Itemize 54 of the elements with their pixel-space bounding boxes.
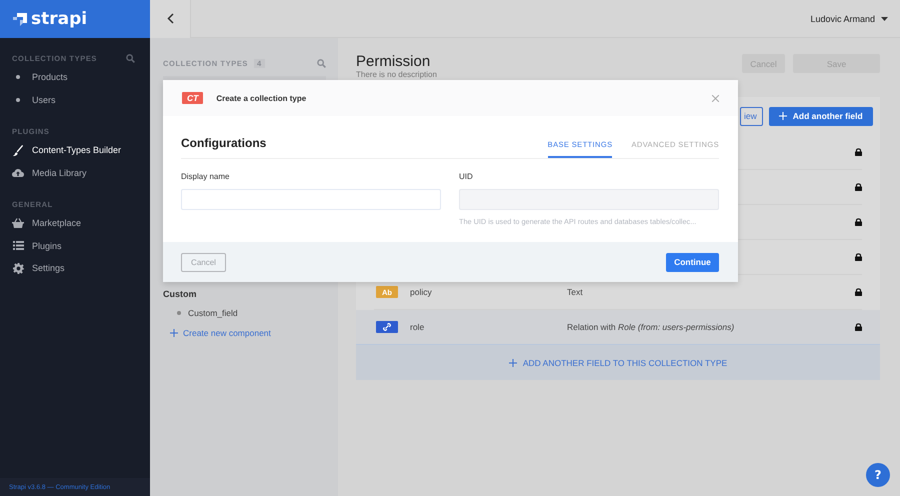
basket-icon <box>12 218 24 228</box>
nav-item[interactable]: Marketplace <box>0 212 150 234</box>
lock-icon <box>855 323 862 331</box>
link-icon <box>383 323 391 331</box>
create-component-link[interactable]: Create new component <box>170 328 326 338</box>
bullet-icon <box>16 98 20 102</box>
section-heading: Configurations <box>181 136 266 150</box>
view-button[interactable]: iew <box>740 106 763 126</box>
modal-title: Create a collection type <box>216 94 306 102</box>
user-menu[interactable]: Ludovic Armand <box>810 14 888 24</box>
nav-item[interactable]: Settings <box>0 257 150 280</box>
chevron-left-icon <box>166 13 174 24</box>
uid-field[interactable] <box>459 189 719 210</box>
page-title: Permission <box>356 54 432 70</box>
field-type: Relation with Role (from: users-permissions) <box>567 322 734 332</box>
caret-down-icon <box>881 16 888 20</box>
add-field-button[interactable]: Add another field <box>768 106 873 126</box>
nav-item[interactable]: Media Library <box>0 162 150 184</box>
add-field-bar[interactable]: ADD ANOTHER FIELD TO THIS COLLECTION TYPE <box>356 345 880 380</box>
settings-icon <box>12 262 24 274</box>
component-item[interactable]: Custom_field <box>188 308 238 318</box>
close-icon[interactable] <box>712 94 719 102</box>
field-type: Text <box>567 287 583 297</box>
input-field[interactable] <box>181 189 441 210</box>
field-name: role <box>410 322 426 332</box>
plus-icon <box>170 329 178 337</box>
field-label: UID <box>459 172 474 181</box>
brand-name: strapi <box>31 9 88 29</box>
continue-button[interactable]: Continue <box>666 252 719 272</box>
search-icon[interactable] <box>317 58 326 68</box>
lock-icon <box>855 218 862 226</box>
cloud-upload-icon <box>12 168 24 178</box>
plus-icon <box>508 358 517 366</box>
page-description: There is no description <box>356 70 437 79</box>
logo-icon <box>13 12 27 26</box>
bullet-icon <box>177 311 181 315</box>
field-name: policy <box>410 287 433 297</box>
brand-logo[interactable]: strapi <box>0 0 150 38</box>
lock-icon <box>855 183 862 191</box>
lock-icon <box>855 253 862 261</box>
list-icon <box>12 241 24 250</box>
lock-icon <box>855 148 862 156</box>
nav-item[interactable]: Users <box>0 88 150 111</box>
lock-icon <box>855 288 862 296</box>
nav-item[interactable]: Products <box>0 66 150 88</box>
plus-icon <box>778 112 787 120</box>
nav-item[interactable]: Plugins <box>0 234 150 257</box>
bullet-icon <box>16 75 20 80</box>
brush-icon <box>12 144 24 156</box>
field-label: Display name <box>181 172 230 181</box>
search-icon[interactable] <box>126 54 135 62</box>
component-group[interactable]: Custom <box>163 289 196 299</box>
collection-type-badge: CT <box>182 92 204 104</box>
back-button[interactable] <box>150 0 191 38</box>
